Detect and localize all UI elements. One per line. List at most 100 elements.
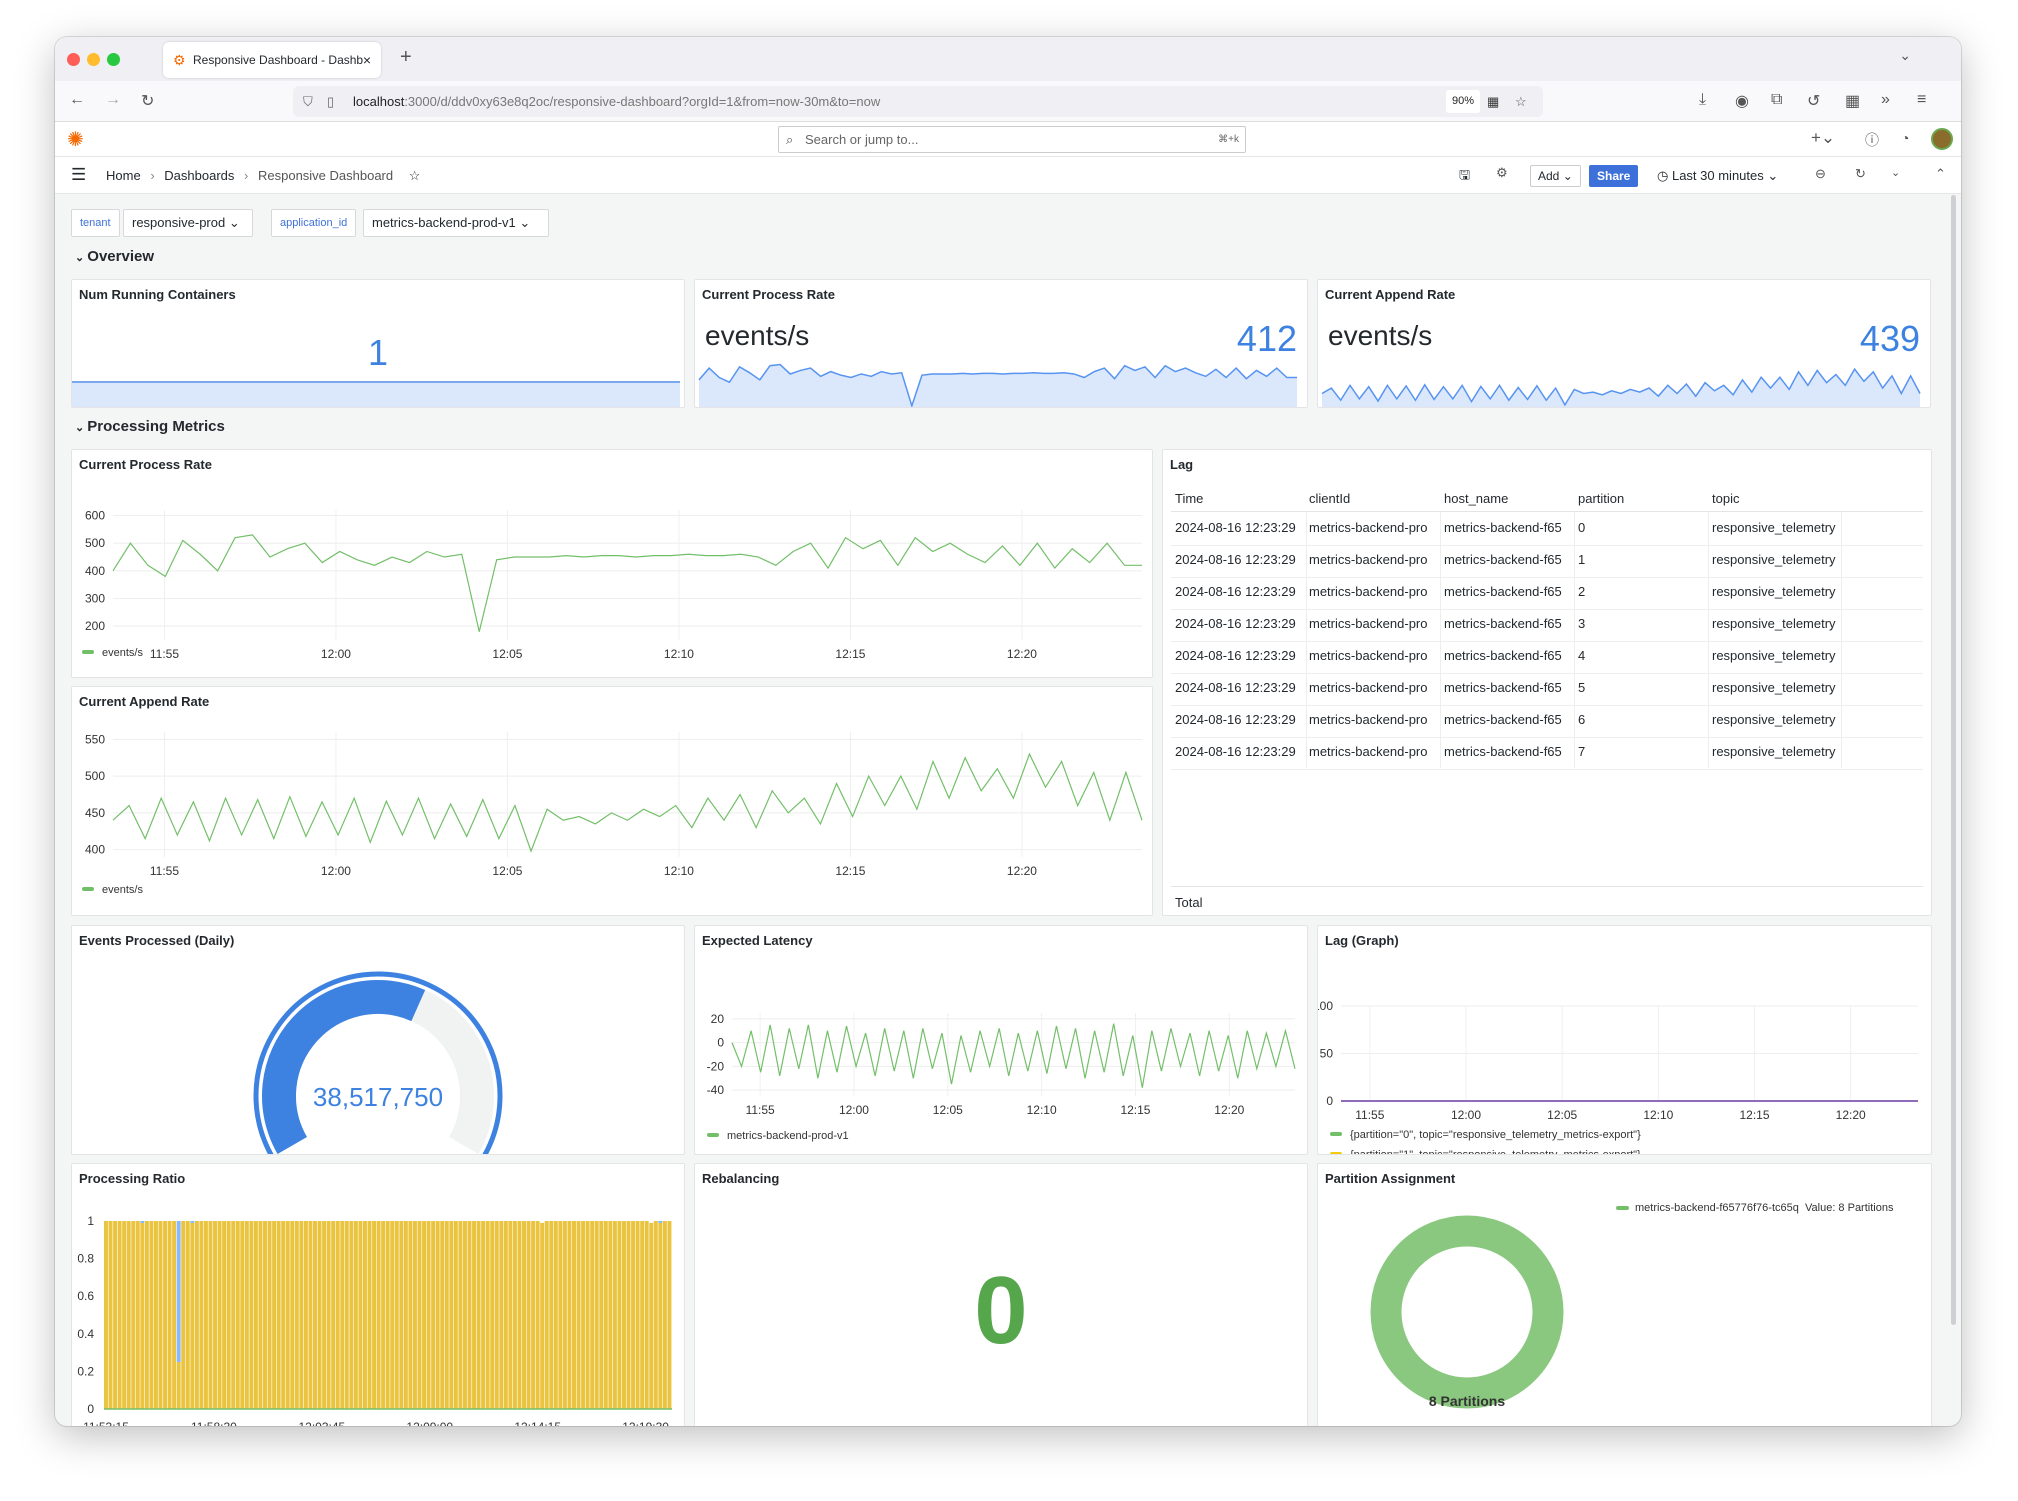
- breadcrumb-home[interactable]: Home: [106, 168, 141, 183]
- bar-poll: [190, 1222, 195, 1409]
- collapse-chevron-icon[interactable]: ⌃: [1935, 166, 1946, 182]
- column-divider: [1574, 512, 1575, 768]
- column-header[interactable]: topic: [1712, 491, 1842, 506]
- favorite-star-icon[interactable]: ☆: [409, 168, 421, 183]
- bar-poll: [363, 1221, 367, 1409]
- search-input[interactable]: ⌕ Search or jump to... ⌘+k: [778, 126, 1246, 153]
- bar-poll: [376, 1221, 381, 1409]
- breadcrumb-current: Responsive Dashboard: [257, 168, 394, 183]
- extensions-grid-icon[interactable]: ▦: [1487, 86, 1499, 117]
- sync-icon[interactable]: ↺: [1807, 91, 1820, 111]
- column-header[interactable]: host_name: [1444, 491, 1574, 506]
- address-bar[interactable]: ⛉ ▯ localhost:3000/d/ddv0xy63e8q2oc/resp…: [293, 86, 1543, 117]
- download-icon[interactable]: ⤓: [1699, 91, 1706, 109]
- hamburger-menu-icon[interactable]: ☰: [71, 165, 86, 185]
- grafana-logo-icon[interactable]: ✺: [67, 127, 84, 152]
- bar-poll: [331, 1221, 336, 1409]
- x-tick-label: 12:20: [1214, 1103, 1244, 1117]
- forward-icon[interactable]: →: [105, 91, 121, 109]
- process-rate-chart[interactable]: 200 300 400 500 600 11:55 12:00 12:05 12:10 12:15…: [72, 450, 1152, 677]
- y-tick-label: 0.2: [77, 1364, 94, 1378]
- bar-poll: [503, 1221, 508, 1409]
- table-cell: metrics-backend-f65: [1444, 520, 1562, 535]
- breadcrumb-dashboards[interactable]: Dashboards: [164, 168, 234, 183]
- processing-ratio-chart[interactable]: 10.80.60.40.2011:53:15 11:58:30 12:03:45 12…: [72, 1164, 684, 1426]
- new-tab-icon[interactable]: +: [400, 46, 412, 69]
- table-cell: 2024-08-16 12:23:29: [1175, 680, 1296, 695]
- latency-chart[interactable]: 20 0 -20 -40 11:55 12:00 12:05 12:10 12:15 12:20 m…: [695, 926, 1307, 1154]
- bar-poll: [217, 1221, 222, 1409]
- overflow-chevrons-icon[interactable]: »: [1881, 91, 1890, 109]
- maximize-window-button[interactable]: [107, 53, 120, 66]
- x-tick-label: 11:55: [1355, 1108, 1384, 1122]
- variable-select[interactable]: metrics-backend-prod-v1 ⌄: [363, 209, 549, 237]
- column-header[interactable]: Time: [1175, 491, 1305, 506]
- donut-slice[interactable]: [1370, 1215, 1564, 1409]
- bar-poll: [249, 1221, 254, 1409]
- add-button[interactable]: Add ⌄: [1530, 165, 1581, 187]
- browser-tab[interactable]: ⚙ Responsive Dashboard - Dashb ×: [163, 42, 381, 78]
- table-cell: responsive_telemetry: [1712, 520, 1836, 535]
- bar-poll: [340, 1221, 345, 1409]
- column-header[interactable]: partition: [1578, 491, 1708, 506]
- bar-poll: [481, 1221, 486, 1409]
- lag-graph-chart[interactable]: 100 50 0 11:55 12:00 12:05 12:10 12:15 12:20 {par…: [1318, 926, 1931, 1154]
- refresh-interval-chevron-icon[interactable]: ⌄: [1891, 166, 1900, 179]
- close-tab-icon[interactable]: ×: [363, 42, 371, 78]
- account-icon[interactable]: ◉: [1735, 91, 1749, 111]
- table-cell: metrics-backend-f65: [1444, 712, 1562, 727]
- save-dashboard-icon[interactable]: 🖫: [1459, 166, 1470, 188]
- append-rate-chart[interactable]: 400 450 500 550 11:55 12:00 12:05 12:10 12:15 12:…: [72, 687, 1152, 915]
- settings-gear-icon[interactable]: ⚙: [1496, 165, 1508, 181]
- close-window-button[interactable]: [67, 53, 80, 66]
- menu-icon[interactable]: ≡: [1917, 91, 1926, 109]
- row-processing-metrics[interactable]: ⌄ Processing Metrics: [75, 418, 225, 435]
- variable-value: metrics-backend-prod-v1: [372, 215, 516, 230]
- share-button[interactable]: Share: [1589, 165, 1639, 187]
- extension-icon[interactable]: ⧉: [1771, 91, 1782, 109]
- bookmark-star-icon[interactable]: ☆: [1515, 86, 1527, 117]
- bar-poll: [444, 1221, 449, 1409]
- x-tick-label: 12:05: [1547, 1108, 1577, 1122]
- bar-poll: [612, 1221, 617, 1409]
- row-divider: [1171, 609, 1923, 610]
- minimize-window-button[interactable]: [87, 53, 100, 66]
- page-scrollbar[interactable]: [1951, 195, 1956, 1325]
- avatar[interactable]: [1931, 128, 1953, 150]
- reload-icon[interactable]: ↻: [141, 91, 154, 111]
- help-icon[interactable]: ⓘ: [1865, 130, 1879, 150]
- refresh-icon[interactable]: ↻: [1855, 166, 1866, 182]
- bar-poll: [440, 1221, 445, 1409]
- panel-lag-table: Lag Time clientId host_name partition topic 2…: [1162, 449, 1932, 916]
- news-rss-icon[interactable]: ◔: [1901, 130, 1909, 146]
- legend-swatch: [1330, 1132, 1342, 1136]
- panel-title: Current Append Rate: [1325, 287, 1456, 302]
- bar-poll: [426, 1221, 431, 1409]
- zoom-level[interactable]: 90%: [1446, 90, 1481, 113]
- row-overview[interactable]: ⌄ Overview: [75, 248, 154, 265]
- x-tick-label: 11:55: [150, 647, 179, 661]
- zoom-out-icon[interactable]: ⊖: [1815, 166, 1826, 182]
- y-tick-label: 0: [87, 1402, 94, 1416]
- bar-poll: [490, 1221, 495, 1409]
- bar-poll: [163, 1221, 168, 1409]
- column-header[interactable]: clientId: [1309, 491, 1439, 506]
- new-plus-icon[interactable]: +⌄: [1811, 128, 1835, 148]
- bar-poll: [422, 1221, 427, 1409]
- tab-list-chevron-icon[interactable]: ⌄: [1899, 47, 1911, 64]
- x-tick-label: 12:19:30: [622, 1420, 669, 1426]
- variable-select[interactable]: responsive-prod ⌄: [123, 209, 253, 237]
- bar-poll: [544, 1221, 549, 1409]
- breadcrumb: Home › Dashboards › Responsive Dashboard…: [106, 168, 420, 184]
- y-tick-label: 400: [85, 843, 105, 857]
- y-tick-label: 200: [85, 619, 105, 633]
- table-cell: metrics-backend-pro: [1309, 744, 1428, 759]
- back-icon[interactable]: ←: [69, 91, 85, 109]
- bar-poll: [108, 1221, 113, 1409]
- time-picker[interactable]: ◷ Last 30 minutes ⌄: [1657, 168, 1778, 184]
- bar-poll: [622, 1221, 626, 1409]
- row-title: Overview: [87, 248, 154, 265]
- panel-partition-assignment: Partition Assignment metrics-backend-f65…: [1317, 1163, 1932, 1426]
- apps-grid-icon[interactable]: ▦: [1845, 91, 1860, 111]
- bar-poll: [617, 1221, 622, 1409]
